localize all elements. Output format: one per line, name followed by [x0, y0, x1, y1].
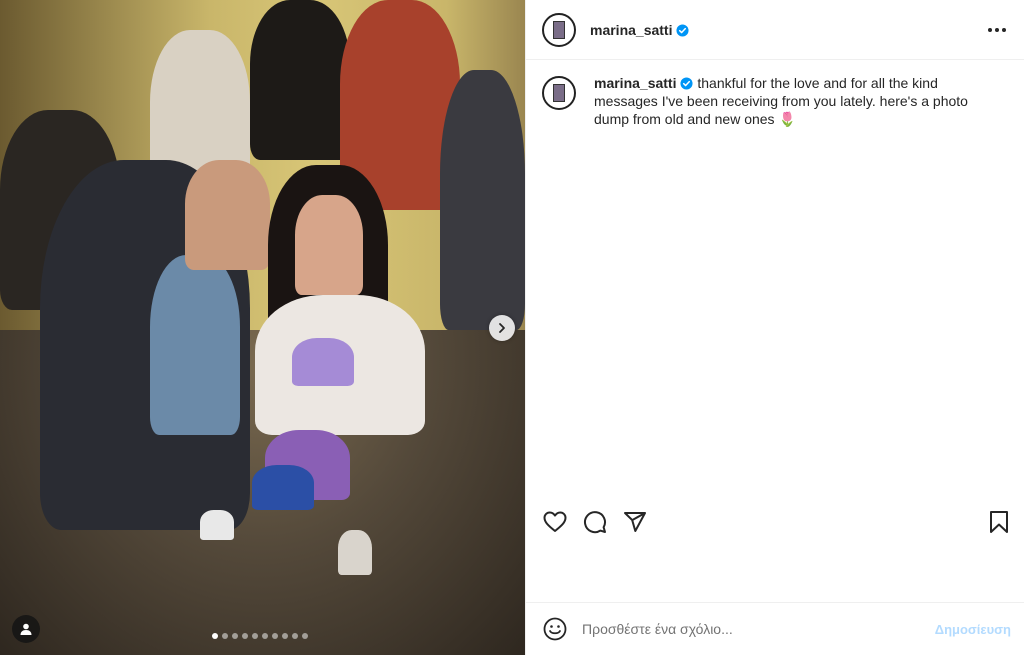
carousel-dot: [292, 633, 298, 639]
carousel-dot: [242, 633, 248, 639]
carousel-dot: [282, 633, 288, 639]
post-media[interactable]: [0, 0, 525, 655]
caption: marina_satti thankful for the love and f…: [542, 74, 1012, 128]
photo-bag: [252, 465, 314, 510]
carousel-dot: [272, 633, 278, 639]
post-header: marina_satti: [526, 0, 1024, 60]
like-button[interactable]: [542, 509, 568, 535]
avatar[interactable]: [542, 12, 576, 47]
carousel-dot: [232, 633, 238, 639]
carousel-dot: [252, 633, 258, 639]
photo-woman-shirt-print: [292, 338, 354, 386]
carousel-dot: [222, 633, 228, 639]
save-button[interactable]: [986, 509, 1012, 535]
emoji-icon: [543, 617, 567, 641]
verified-badge-icon: [676, 23, 690, 37]
user-icon: [20, 623, 32, 635]
bookmark-icon: [990, 511, 1008, 533]
more-options-icon: [988, 28, 992, 32]
comment-composer: Δημοσίευση: [526, 602, 1024, 655]
user-tags-button[interactable]: [12, 615, 40, 643]
post-sidebar: marina_satti marina_satti thankful for t…: [525, 0, 1024, 655]
post-actions: [542, 509, 1012, 537]
post-comment-button[interactable]: Δημοσίευση: [935, 622, 1011, 637]
caption-text: marina_satti thankful for the love and f…: [594, 74, 994, 128]
carousel-dot: [262, 633, 268, 639]
header-username[interactable]: marina_satti: [590, 22, 690, 38]
carousel-dot: [212, 633, 218, 639]
emoji-button[interactable]: [542, 616, 568, 642]
photo-man-vest: [150, 255, 240, 435]
photo-woman-head: [295, 195, 363, 295]
more-options-button[interactable]: [987, 20, 1007, 40]
comment-button[interactable]: [582, 509, 608, 535]
comment-icon: [584, 511, 606, 534]
carousel-indicator: [212, 633, 308, 639]
heart-icon: [543, 511, 567, 532]
comment-input[interactable]: [582, 621, 912, 637]
photo-figure: [250, 0, 350, 160]
photo-figure: [440, 70, 525, 330]
carousel-next-button[interactable]: [489, 315, 515, 341]
photo-man-head: [185, 160, 270, 270]
share-button[interactable]: [622, 509, 648, 535]
caption-username[interactable]: marina_satti: [594, 75, 676, 91]
carousel-dot: [302, 633, 308, 639]
paper-plane-icon: [624, 512, 646, 532]
avatar[interactable]: [542, 76, 576, 110]
photo-shoe: [200, 510, 234, 540]
verified-badge-icon: [680, 77, 694, 90]
chevron-right-icon: [499, 323, 505, 333]
photo-shoe: [338, 530, 372, 575]
